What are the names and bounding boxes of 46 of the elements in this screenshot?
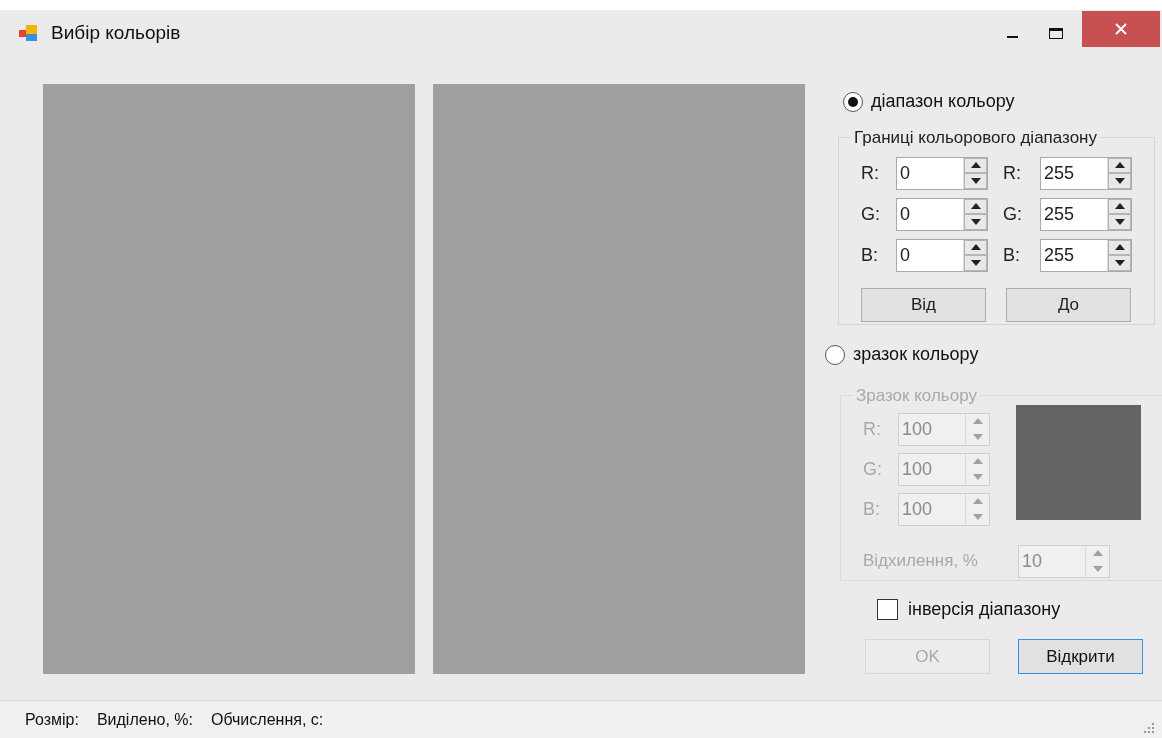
channel-label: G: [863,457,883,481]
spin-down-icon[interactable] [964,214,987,230]
resize-grip-icon[interactable] [1142,720,1154,733]
group-title: Границі кольорового діапазону [853,127,1098,149]
radio-button[interactable] [825,344,845,365]
spin-up-icon[interactable] [1108,239,1131,255]
status-text: Виділено, %: [96,709,193,730]
spin-down-icon[interactable] [964,173,987,189]
spin-down-icon[interactable] [1108,214,1131,230]
number-field[interactable]: 0 [896,197,988,231]
spin-up-icon[interactable] [964,198,987,214]
spin-down-icon[interactable] [964,255,987,271]
number-field[interactable]: 255 [1040,197,1132,231]
spin-up-icon[interactable] [964,239,987,255]
range-button[interactable]: Від [861,287,986,322]
number-field[interactable]: 0 [896,238,988,272]
spin-down-icon[interactable] [1108,173,1131,189]
spin-down-icon[interactable] [1108,255,1131,271]
status-text: Розмір: [25,709,79,730]
channel-label: R: [861,161,880,185]
group-title: Зразок кольору [855,385,978,407]
deviation-label: Відхилення, % [863,550,979,573]
spin-up-icon[interactable] [1108,157,1131,173]
window-title: Вибір кольорів [51,20,181,45]
channel-label: R: [1003,161,1022,185]
close-icon [1115,23,1127,35]
app-icon [19,24,39,42]
channel-label: B: [1003,243,1021,267]
spin-up-icon[interactable] [964,157,987,173]
checkbox-label[interactable]: інверсія діапазону [908,596,1061,623]
range-button[interactable]: До [1006,287,1131,322]
radio-label[interactable]: діапазон кольору [871,88,1015,115]
channel-label: G: [1003,202,1023,226]
radio-label[interactable]: зразок кольору [853,341,979,368]
number-field[interactable]: 255 [1040,238,1132,272]
channel-label: B: [861,243,879,267]
dialog-button[interactable]: Відкрити [1018,639,1143,674]
channel-label: G: [861,202,881,226]
channel-label: R: [863,417,882,441]
number-field[interactable]: 0 [896,156,988,190]
status-text: Обчислення, с: [210,709,324,730]
checkbox[interactable] [877,599,898,620]
radio-button[interactable] [843,91,863,112]
channel-label: B: [863,497,881,521]
spin-up-icon[interactable] [1108,198,1131,214]
number-field[interactable]: 255 [1040,156,1132,190]
